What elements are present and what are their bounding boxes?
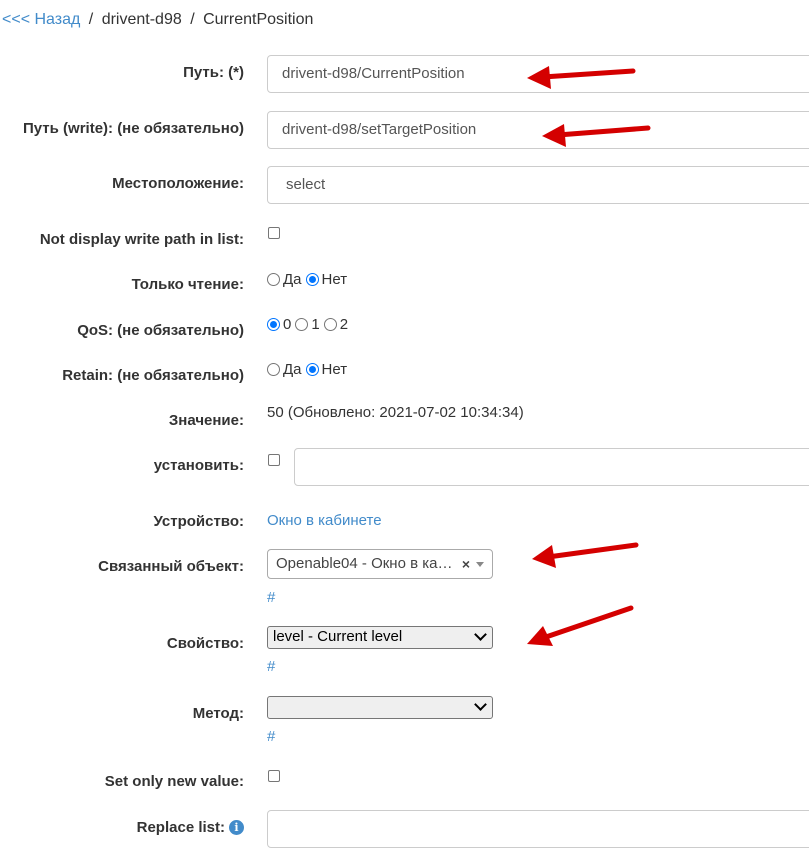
clear-icon[interactable]: ×: [462, 550, 470, 578]
annotation-arrow: [542, 124, 651, 147]
linked-object-select[interactable]: Openable04 - Окно в кабинете ×: [267, 549, 493, 579]
linked-object-value: Openable04 - Окно в кабинете: [276, 555, 458, 572]
device-link[interactable]: Окно в кабинете: [267, 512, 382, 529]
location-select[interactable]: select: [267, 166, 809, 204]
device-label: Устройство:: [153, 513, 245, 530]
replace-list-label: Replace list: i: [137, 819, 244, 836]
retain-yes-label: Да: [283, 361, 302, 378]
replace-list-input[interactable]: [267, 810, 809, 848]
readonly-no-radio[interactable]: [305, 273, 319, 286]
set-label: установить:: [153, 457, 244, 474]
annotation-arrow: [532, 542, 639, 568]
qos-0-radio[interactable]: [267, 318, 280, 331]
annotation-arrow: [527, 66, 636, 89]
chevron-down-icon: [476, 562, 484, 567]
path-label: Путь: (*): [183, 64, 244, 81]
annotation-arrow: [527, 605, 634, 646]
method-hash-link[interactable]: #: [267, 728, 275, 745]
set-value-input[interactable]: [294, 448, 809, 486]
qos-1-label: 1: [311, 316, 320, 333]
qos-2-label: 2: [339, 316, 349, 333]
path-write-label: Путь (write): (не обязательно): [22, 120, 244, 137]
not-display-write-path-checkbox[interactable]: [268, 227, 280, 239]
retain-no-label: Нет: [321, 361, 348, 378]
qos-0-label: 0: [283, 316, 292, 333]
qos-1-radio[interactable]: [295, 318, 309, 331]
readonly-label: Только чтение:: [131, 276, 244, 293]
retain-radio-group: Да Нет: [267, 361, 351, 378]
readonly-yes-label: Да: [283, 271, 302, 288]
set-only-new-checkbox[interactable]: [268, 770, 280, 782]
location-label: Местоположение:: [112, 175, 244, 192]
chevron-down-icon: [474, 628, 487, 641]
path-write-input[interactable]: drivent-d98/setTargetPosition: [267, 111, 809, 149]
property-select[interactable]: level - Current level: [267, 626, 493, 649]
breadcrumb-current: CurrentPosition: [203, 11, 314, 28]
property-hash-link[interactable]: #: [267, 658, 275, 675]
set-only-new-label: Set only new value:: [104, 773, 244, 790]
method-select[interactable]: [267, 696, 493, 719]
breadcrumb: <<< Назад / drivent-d98 / CurrentPositio…: [2, 11, 313, 29]
breadcrumb-device: drivent-d98: [101, 11, 182, 28]
chevron-down-icon: [474, 698, 487, 711]
not-display-write-path-label: Not display write path in list:: [39, 231, 244, 248]
breadcrumb-separator: /: [190, 11, 195, 28]
readonly-radio-group: Да Нет: [267, 271, 351, 288]
qos-label: QoS: (не обязательно): [77, 322, 244, 339]
retain-no-radio[interactable]: [305, 363, 319, 376]
value-label: Значение:: [168, 412, 244, 429]
qos-2-radio[interactable]: [323, 318, 337, 331]
retain-label: Retain: (не обязательно): [62, 367, 244, 384]
current-value-text: 50 (Обновлено: 2021-07-02 10:34:34): [267, 404, 524, 421]
replace-list-label-text: Replace list:: [136, 819, 225, 836]
property-value: level - Current level: [273, 628, 403, 645]
property-label: Свойство:: [166, 635, 244, 652]
set-checkbox[interactable]: [268, 454, 280, 466]
linked-object-label: Связанный объект:: [98, 558, 244, 575]
method-label: Метод:: [192, 705, 244, 722]
readonly-no-label: Нет: [321, 271, 348, 288]
back-link[interactable]: <<< Назад: [2, 11, 80, 28]
breadcrumb-separator: /: [88, 11, 94, 28]
linked-object-hash-link[interactable]: #: [267, 589, 275, 606]
info-icon[interactable]: i: [229, 820, 244, 835]
readonly-yes-radio[interactable]: [267, 273, 280, 286]
qos-radio-group: 0 1 2: [267, 316, 352, 333]
retain-yes-radio[interactable]: [267, 363, 280, 376]
